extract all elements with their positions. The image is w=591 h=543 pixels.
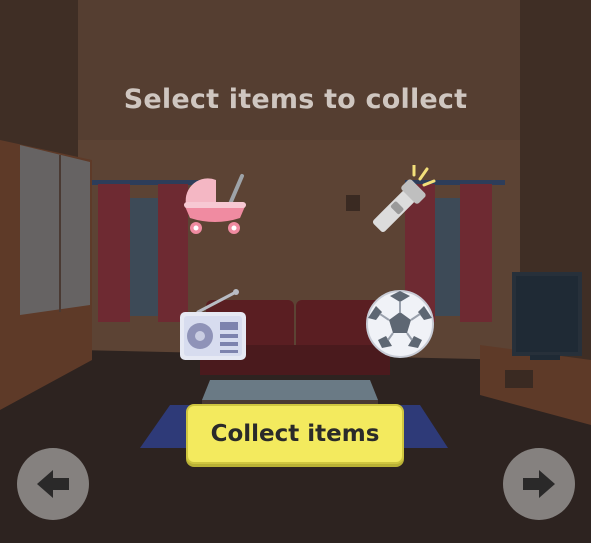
item-flashlight[interactable] <box>364 165 436 243</box>
flashlight-icon <box>372 165 436 233</box>
baby-carriage-icon <box>184 174 246 234</box>
soccer-ball-icon <box>366 290 434 358</box>
nav-left-button[interactable] <box>17 448 89 520</box>
game-scene: Select items to collect Collect items <box>0 0 591 543</box>
item-radio[interactable] <box>178 288 250 362</box>
arrow-right-icon <box>523 470 555 498</box>
collect-items-button[interactable]: Collect items <box>186 404 404 464</box>
instruction-text: Select items to collect <box>123 84 468 115</box>
radio-icon <box>180 289 246 360</box>
nav-right-button[interactable] <box>503 448 575 520</box>
arrow-left-icon <box>37 470 69 498</box>
item-baby-carriage[interactable] <box>180 170 250 236</box>
item-soccer-ball[interactable] <box>364 288 436 360</box>
